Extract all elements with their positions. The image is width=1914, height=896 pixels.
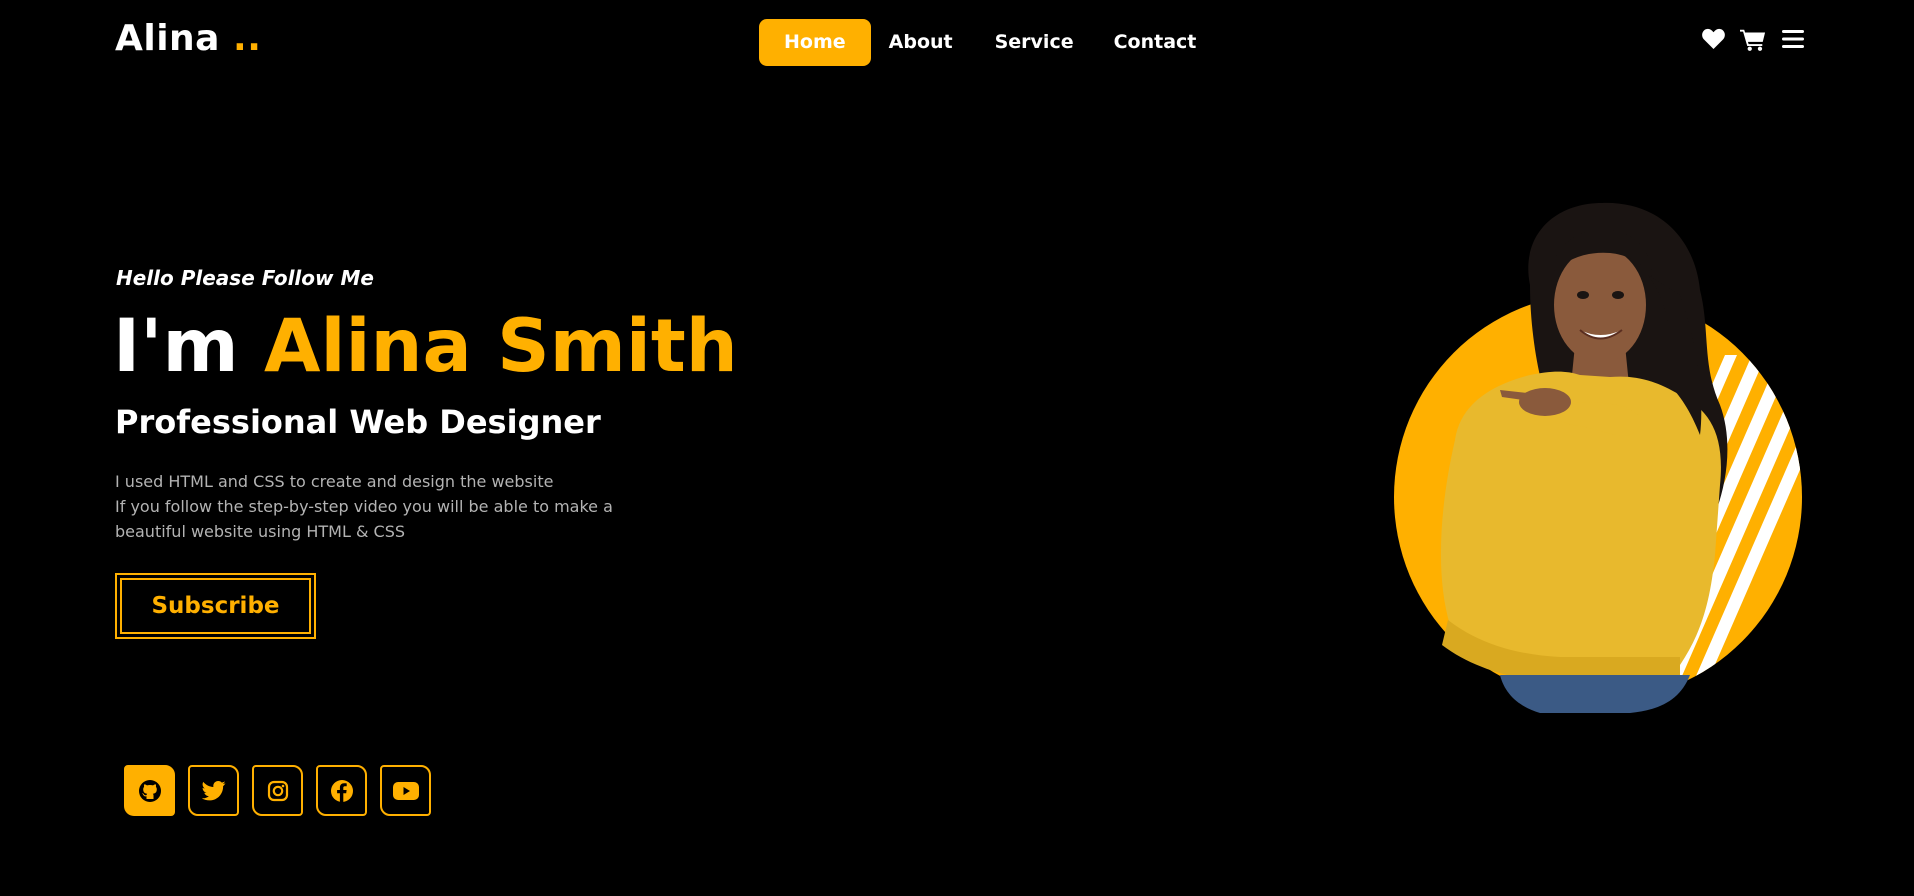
description-line: beautiful website using HTML & CSS [115,522,405,541]
logo[interactable]: Alina .. [115,18,261,59]
nav-about[interactable]: About [871,19,975,66]
github-icon[interactable] [124,765,175,816]
twitter-icon[interactable] [188,765,239,816]
facebook-icon[interactable] [316,765,367,816]
description-line: If you follow the step-by-step video you… [115,497,613,516]
youtube-icon[interactable] [380,765,431,816]
greeting: Hello Please Follow Me [116,266,374,290]
logo-text: Alina [115,18,220,59]
cart-icon[interactable] [1740,26,1766,52]
title-prefix: I'm [113,304,239,389]
subscribe-label: Subscribe [120,578,311,634]
menu-icon[interactable] [1780,26,1806,52]
nav-home[interactable]: Home [759,19,871,66]
main-nav: Home About Service Contact [759,19,1216,66]
subscribe-button[interactable]: Subscribe [115,573,316,639]
subtitle: Professional Web Designer [115,403,601,441]
nav-contact[interactable]: Contact [1094,19,1217,66]
instagram-icon[interactable] [252,765,303,816]
heart-icon[interactable] [1700,26,1726,52]
social-links [124,765,431,816]
logo-dots: .. [233,18,262,59]
hero-portrait [1380,195,1820,715]
header-icons [1700,26,1806,52]
description: I used HTML and CSS to create and design… [115,469,613,544]
face [1554,247,1646,363]
description-line: I used HTML and CSS to create and design… [115,472,554,491]
page-title: I'm Alina Smith [113,302,738,392]
title-name: Alina Smith [264,304,738,389]
nav-service[interactable]: Service [975,19,1094,66]
